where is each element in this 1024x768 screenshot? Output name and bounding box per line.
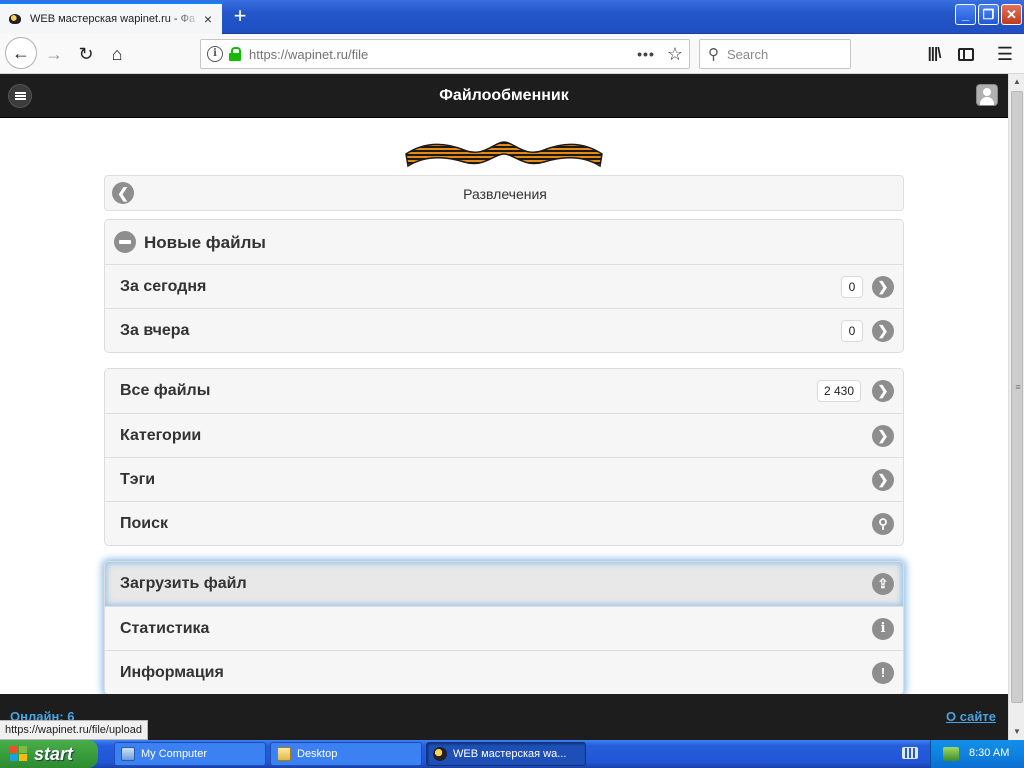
keyboard-icon[interactable] xyxy=(902,747,918,759)
list-item-label: Поиск xyxy=(120,515,169,532)
new-files-title: Новые файлы xyxy=(144,233,266,252)
st-george-ribbon-icon xyxy=(405,141,603,168)
windows-taskbar: start My Computer Desktop WEB мастерская… xyxy=(0,740,1024,768)
taskbar-item-my-computer[interactable]: My Computer xyxy=(114,742,266,766)
list-item-label: Тэги xyxy=(120,471,156,488)
bookmark-star-icon[interactable]: ☆ xyxy=(667,44,683,65)
sidebar-toggle-icon[interactable] xyxy=(955,43,977,65)
task-label: Desktop xyxy=(297,748,338,760)
list-item-tags[interactable]: Тэги ❯ xyxy=(105,457,903,501)
chevron-right-icon: ❯ xyxy=(872,425,894,447)
system-tray: 8:30 AM xyxy=(930,740,1024,768)
count-badge: 0 xyxy=(841,276,863,298)
new-tab-button[interactable]: + xyxy=(228,5,252,29)
scroll-down-icon[interactable]: ▼ xyxy=(1009,724,1024,740)
list-item-label: За сегодня xyxy=(120,278,207,295)
count-badge: 0 xyxy=(841,320,863,342)
list-item-yesterday[interactable]: За вчера 0 ❯ xyxy=(105,308,903,352)
list-item-label: За вчера xyxy=(120,322,190,339)
status-url-tooltip: https://wapinet.ru/file/upload xyxy=(0,720,148,740)
tab-title: WEB мастерская wapinet.ru - Фа xyxy=(30,13,196,25)
browser-toolbar: ← → ↻ ⌂ i https://wapinet.ru/file ••• ☆ … xyxy=(0,34,1024,74)
browser-tab[interactable]: WEB мастерская wapinet.ru - Фа × xyxy=(0,2,222,34)
taskbar-item-browser[interactable]: WEB мастерская wa... xyxy=(426,742,586,766)
list-item-all-files[interactable]: Все файлы 2 430 ❯ xyxy=(105,369,903,413)
restore-button[interactable]: ❐ xyxy=(978,4,999,25)
computer-icon xyxy=(121,747,135,761)
page-title: Файлообменник xyxy=(439,87,569,104)
list-item-label: Все файлы xyxy=(120,382,211,399)
list-item-label: Категории xyxy=(120,427,202,444)
minimize-button[interactable]: _ xyxy=(955,4,976,25)
scroll-thumb[interactable] xyxy=(1011,91,1024,703)
chevron-right-icon: ❯ xyxy=(872,320,894,342)
actions-group: Загрузить файл ⇪ Статистика i Информация… xyxy=(104,561,904,695)
close-window-button[interactable]: ✕ xyxy=(1001,4,1022,25)
site-header: Файлообменник xyxy=(0,74,1008,118)
site-menu-button[interactable] xyxy=(8,84,32,108)
task-label: WEB мастерская wa... xyxy=(453,748,567,760)
chevron-right-icon: ❯ xyxy=(872,380,894,402)
page-scrollbar[interactable]: ▲ ▼ xyxy=(1008,74,1024,740)
chevron-right-icon: ❯ xyxy=(872,276,894,298)
page-viewport: Файлообменник ❮ Развлечения Новые файлы … xyxy=(0,74,1008,740)
list-item-information[interactable]: Информация ! xyxy=(105,650,903,694)
search-icon: ⚲ xyxy=(708,46,719,63)
folder-icon xyxy=(277,747,291,761)
breadcrumb-label[interactable]: Развлечения xyxy=(105,186,905,202)
list-item-categories[interactable]: Категории ❯ xyxy=(105,413,903,457)
start-button[interactable]: start xyxy=(0,740,98,768)
back-button[interactable]: ← xyxy=(5,37,37,69)
url-text[interactable]: https://wapinet.ru/file xyxy=(249,47,637,62)
page-actions-icon[interactable]: ••• xyxy=(637,46,655,62)
scroll-up-icon[interactable]: ▲ xyxy=(1009,74,1024,90)
taskbar-item-desktop[interactable]: Desktop xyxy=(270,742,422,766)
upload-icon: ⇪ xyxy=(872,573,894,595)
info-icon: i xyxy=(872,618,894,640)
search-icon: ⚲ xyxy=(872,513,894,535)
user-avatar-icon[interactable] xyxy=(976,84,998,106)
search-box[interactable]: ⚲ xyxy=(699,39,851,69)
new-files-group: Новые файлы За сегодня 0 ❯ За вчера 0 ❯ xyxy=(104,219,904,353)
browser-favicon-icon xyxy=(433,747,447,761)
list-item-today[interactable]: За сегодня 0 ❯ xyxy=(105,264,903,308)
browser-titlebar: WEB мастерская wapinet.ru - Фа × + _ ❐ ✕ xyxy=(0,0,1024,34)
search-input[interactable] xyxy=(727,46,837,62)
reload-button[interactable]: ↻ xyxy=(71,39,101,69)
list-item-label: Информация xyxy=(120,664,224,681)
browse-group: Все файлы 2 430 ❯ Категории ❯ Тэги ❯ Пои… xyxy=(104,368,904,546)
lock-icon xyxy=(229,47,241,61)
list-item-label: Загрузить файл xyxy=(120,575,247,592)
clock[interactable]: 8:30 AM xyxy=(969,747,1009,759)
task-label: My Computer xyxy=(141,748,208,760)
alert-icon: ! xyxy=(872,662,894,684)
collapse-icon[interactable] xyxy=(114,231,136,253)
url-bar[interactable]: i https://wapinet.ru/file ••• ☆ xyxy=(200,39,690,69)
breadcrumb[interactable]: ❮ Развлечения xyxy=(104,175,904,211)
list-item-label: Статистика xyxy=(120,620,210,637)
site-favicon-icon xyxy=(8,12,22,26)
list-item-upload[interactable]: Загрузить файл ⇪ xyxy=(105,562,903,606)
forward-button[interactable]: → xyxy=(39,39,69,69)
count-badge: 2 430 xyxy=(817,380,862,402)
site-info-icon[interactable]: i xyxy=(207,46,223,62)
hamburger-menu-icon[interactable]: ☰ xyxy=(994,43,1016,65)
new-files-header[interactable]: Новые файлы xyxy=(105,220,903,264)
site-footer: Онлайн: 6 О сайте xyxy=(0,694,1008,740)
list-item-statistics[interactable]: Статистика i xyxy=(105,606,903,650)
tab-close-icon[interactable]: × xyxy=(200,11,216,27)
about-link[interactable]: О сайте xyxy=(946,709,996,724)
home-button[interactable]: ⌂ xyxy=(102,39,132,69)
list-item-search[interactable]: Поиск ⚲ xyxy=(105,501,903,545)
start-label: start xyxy=(34,743,74,764)
network-icon[interactable] xyxy=(943,747,959,761)
windows-logo-icon xyxy=(10,746,28,762)
chevron-right-icon: ❯ xyxy=(872,469,894,491)
library-icon[interactable]: |||\ xyxy=(923,43,945,65)
